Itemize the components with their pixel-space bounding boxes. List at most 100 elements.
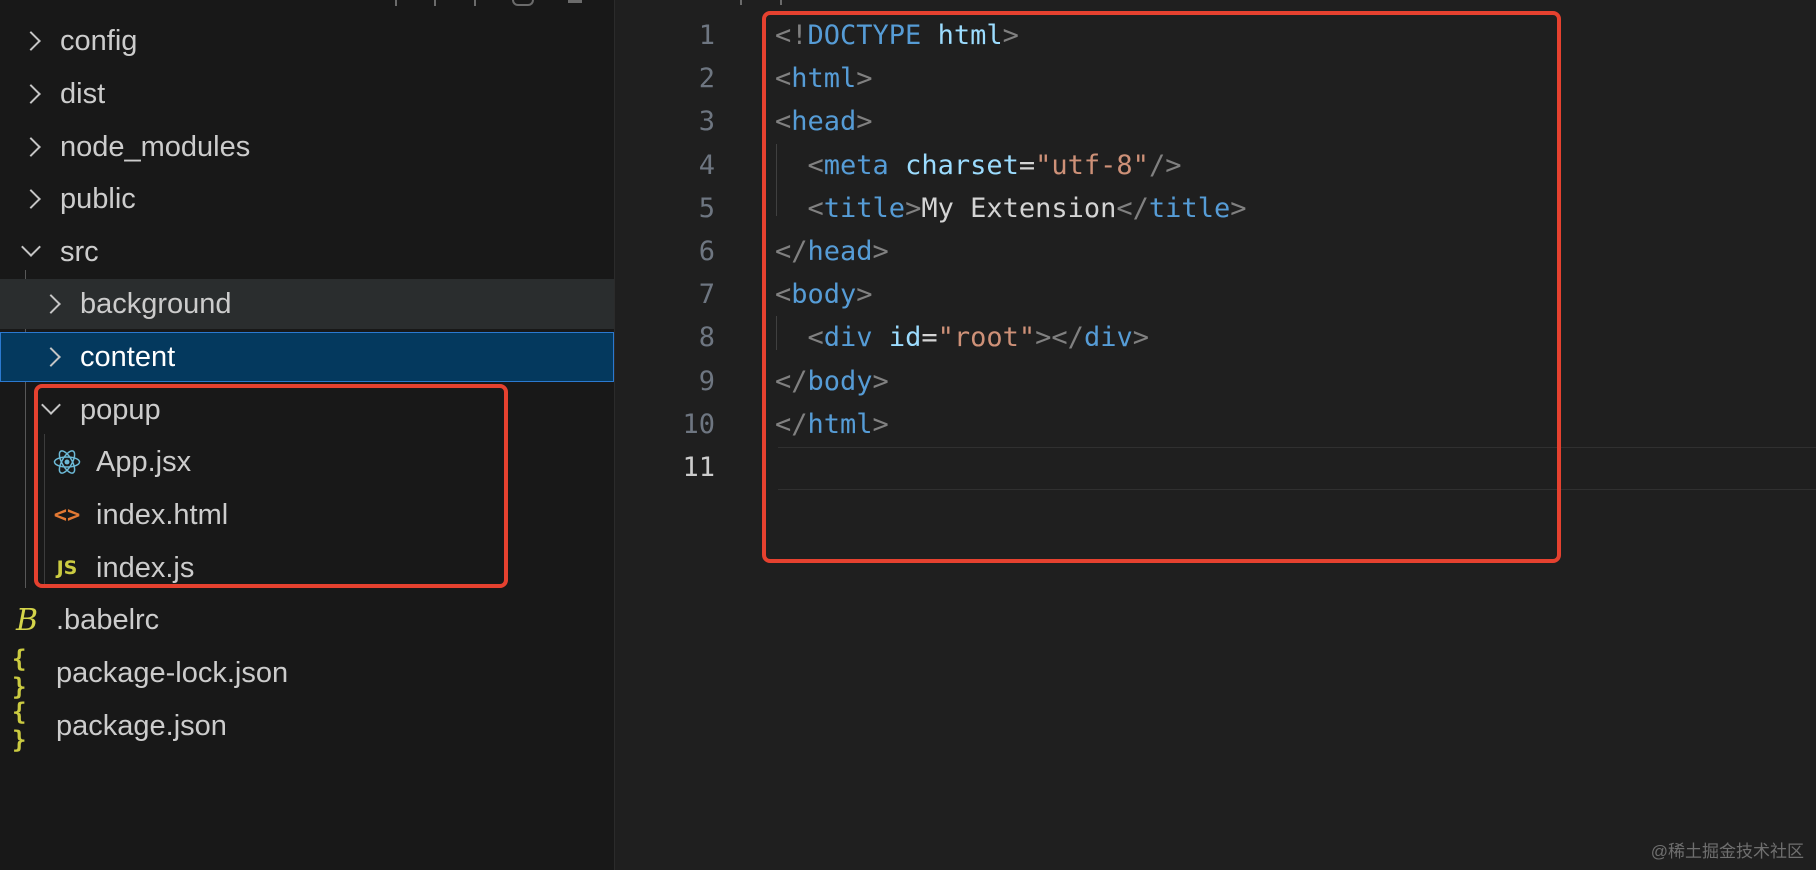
code-line[interactable]: 1 <!DOCTYPE html> [615,14,1816,57]
tree-folder-background[interactable]: background [0,279,614,329]
tree-folder-src[interactable]: src [0,227,614,277]
code-token: "utf-8" [1035,149,1149,181]
code-token: = [921,322,938,354]
code-token: > [1002,20,1019,51]
tree-file-package-lock-json[interactable]: { } package-lock.json [0,645,614,701]
code-token: < [807,322,824,354]
code-line[interactable]: 4 <meta charset="utf-8"/> [615,144,1816,187]
tree-item-label: package-lock.json [56,656,289,689]
tree-item-label: popup [80,393,161,426]
code-content: </head> [775,236,889,267]
tree-folder-public[interactable]: public [0,174,614,224]
code-token: > [856,279,873,311]
chevron-right-icon [21,137,41,157]
code-line[interactable]: 5 <title>My Extension</title> [615,187,1816,230]
html-file-icon: <> [53,502,81,528]
code-token: </ [1116,192,1149,224]
line-number: 10 [682,408,715,440]
chevron-right-icon [21,84,41,104]
code-token: > [1230,192,1247,224]
tree-folder-popup[interactable]: popup [0,385,614,435]
chevron-right-icon [21,31,41,51]
code-token: body [807,365,873,397]
code-token: div [823,322,873,354]
tree-item-label: background [80,287,232,320]
code-token: < [775,106,792,138]
code-token: </ [775,236,808,267]
tree-item-label: content [80,340,176,373]
code-token: </ [775,365,808,397]
tree-file-babelrc[interactable]: B .babelrc [0,595,614,645]
code-token: meta [823,149,889,181]
toolbar-remnant [434,0,436,6]
code-line[interactable]: 3 <head> [615,100,1816,143]
babel-file-icon: B [15,602,39,638]
toolbar-remnant [395,0,397,6]
tree-folder-dist[interactable]: dist [0,69,614,119]
tree-item-label: config [60,24,138,57]
chevron-right-icon [41,347,61,367]
tab-remnant [780,0,782,5]
code-token: head [807,236,873,267]
code-token: id [888,322,922,354]
code-token: < [807,149,824,181]
current-line-highlight [778,447,1816,490]
chevron-right-icon [21,189,41,209]
tree-item-label: dist [60,77,106,110]
code-token: > [1132,322,1149,354]
toolbar-remnant [474,0,476,6]
json-file-icon: { } [12,698,27,754]
code-line[interactable]: 7 <body> [615,273,1816,316]
watermark: @稀土掘金技术社区 [1650,842,1804,861]
tree-item-label: node_modules [60,130,251,163]
tree-file-package-json[interactable]: { } package.json [0,698,614,754]
code-token: body [791,279,857,311]
code-line[interactable]: 10 </html> [615,403,1816,446]
line-number: 9 [698,365,715,397]
file-explorer: config dist node_modules public src back… [0,0,614,870]
line-number: 5 [698,192,715,224]
code-token: > [872,365,889,397]
code-token: > [872,408,889,440]
tree-item-label: .babelrc [56,603,160,636]
tree-file-app-jsx[interactable]: App.jsx [0,437,614,487]
code-token: ></ [1035,322,1084,354]
json-file-icon: { } [12,645,27,701]
tree-folder-node-modules[interactable]: node_modules [0,122,614,172]
line-number: 3 [698,106,715,138]
code-line[interactable]: 6 </head> [615,230,1816,273]
code-line[interactable]: 2 <html> [615,57,1816,100]
toolbar-remnant [568,0,582,3]
code-content: <meta charset="utf-8"/> [775,149,1182,181]
code-token: html [937,20,1003,51]
code-token: <! [775,20,808,51]
code-token: My Extension [921,192,1117,224]
line-number: 2 [698,63,715,95]
tree-item-label: package.json [56,709,227,742]
code-token: div [1083,322,1133,354]
line-number: 8 [698,322,715,354]
code-token: > [905,192,922,224]
code-content: <html> [775,63,873,94]
code-content: </html> [775,409,889,440]
code-content: <title>My Extension</title> [775,192,1247,224]
line-number: 11 [682,452,715,483]
tree-file-index-html[interactable]: <> index.html [0,490,614,540]
code-token: > [872,236,889,267]
code-line[interactable]: 9 </body> [615,360,1816,403]
tree-folder-content[interactable]: content [0,332,614,382]
code-editor[interactable]: 1 <!DOCTYPE html> 2 <html> 3 <head> 4 <meta ch… [615,0,1816,870]
code-line[interactable]: 8 <div id="root"></div> [615,316,1816,359]
chevron-down-icon [21,237,41,257]
tree-file-index-js[interactable]: JS index.js [0,543,614,593]
line-number: 4 [698,149,715,181]
code-content: <!DOCTYPE html> [775,20,1019,51]
tree-folder-config[interactable]: config [0,16,614,66]
code-token: > [856,106,873,138]
